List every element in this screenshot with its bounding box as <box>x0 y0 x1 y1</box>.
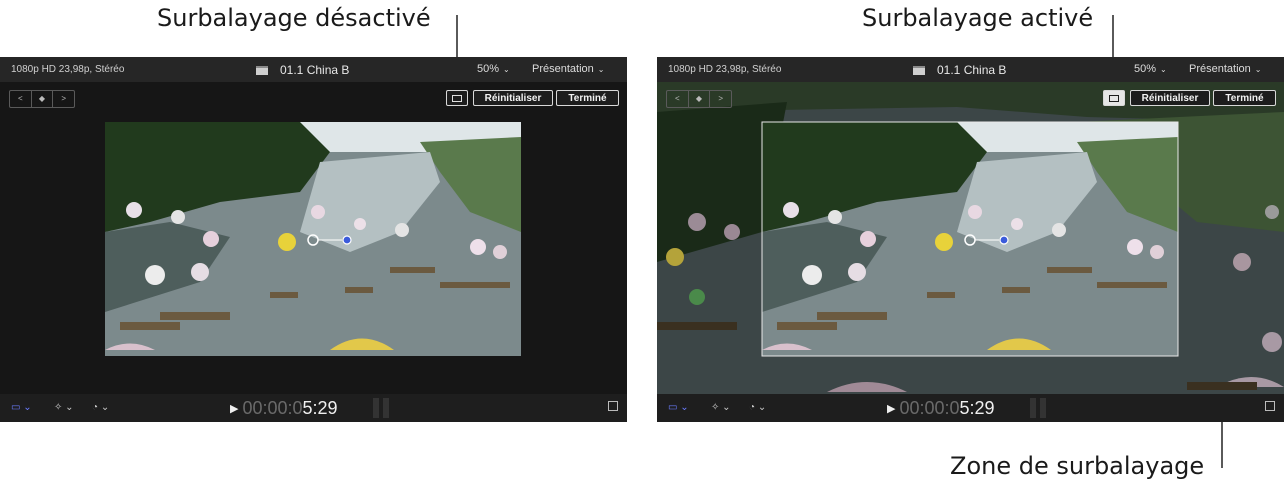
reset-button[interactable]: Réinitialiser <box>473 90 553 106</box>
video-image <box>105 122 521 356</box>
video-frame-svg <box>657 82 1284 394</box>
overscan-toggle-button[interactable] <box>1103 90 1125 106</box>
timecode-dim: 00:00:0 <box>242 398 303 418</box>
viewer-header: 1080p HD 23,98p, Stéréo 01.1 China B 50%… <box>657 57 1284 82</box>
callout-overscan-off: Surbalayage désactivé <box>157 4 431 32</box>
format-label: 1080p HD 23,98p, Stéréo <box>11 64 125 75</box>
clapper-icon <box>256 66 268 75</box>
timecode-dim: 00:00:0 <box>899 398 960 418</box>
expand-icon[interactable] <box>1265 401 1275 411</box>
keyframe-navigation: < ◆ > <box>666 90 732 108</box>
viewer-panel-overscan-on: 1080p HD 23,98p, Stéréo 01.1 China B 50%… <box>657 57 1284 422</box>
viewer-footer: ▭ ⌄ ✧ ⌄ ◔ ⌄ ▶ 00:00:05:29 <box>0 394 627 422</box>
chevron-down-icon: ⌄ <box>597 65 605 74</box>
clip-title: 01.1 China B <box>256 63 349 77</box>
viewer-header: 1080p HD 23,98p, Stéréo 01.1 China B 50%… <box>0 57 627 82</box>
magic-wand-icon[interactable]: ✧ ⌄ <box>711 402 731 413</box>
viewer-panel-overscan-off: 1080p HD 23,98p, Stéréo 01.1 China B 50%… <box>0 57 627 422</box>
presentation-menu[interactable]: Présentation ⌄ <box>532 63 604 75</box>
video-viewer[interactable]: < ◆ > Réinitialiser Terminé <box>0 82 627 394</box>
transform-icon[interactable]: ▭ ⌄ <box>11 402 32 413</box>
done-button[interactable]: Terminé <box>556 90 619 106</box>
video-viewer[interactable]: < ◆ > Réinitialiser Terminé <box>657 82 1284 394</box>
speedometer-icon[interactable]: ◔ ⌄ <box>92 402 109 413</box>
callout-overscan-on: Surbalayage activé <box>862 4 1094 32</box>
zoom-menu[interactable]: 50% ⌄ <box>1134 63 1167 75</box>
add-keyframe-button[interactable]: ◆ <box>32 91 54 107</box>
video-image <box>762 122 1178 356</box>
audio-meters <box>1030 398 1046 418</box>
overscan-icon <box>1109 95 1119 102</box>
previous-keyframe-button[interactable]: < <box>667 91 689 107</box>
previous-keyframe-button[interactable]: < <box>10 91 32 107</box>
clip-name: 01.1 China B <box>937 63 1007 77</box>
format-label: 1080p HD 23,98p, Stéréo <box>668 64 782 75</box>
play-icon[interactable]: ▶ <box>887 403 895 415</box>
callout-overscan-zone: Zone de surbalayage <box>950 452 1205 480</box>
audio-meters <box>373 398 389 418</box>
next-keyframe-button[interactable]: > <box>53 91 74 107</box>
add-keyframe-button[interactable]: ◆ <box>689 91 711 107</box>
viewer-footer: ▭ ⌄ ✧ ⌄ ◔ ⌄ ▶ 00:00:05:29 <box>657 394 1284 422</box>
chevron-down-icon: ⌄ <box>1254 65 1262 74</box>
timecode-value: 5:29 <box>959 398 995 418</box>
transform-icon[interactable]: ▭ ⌄ <box>668 402 689 413</box>
reset-button[interactable]: Réinitialiser <box>1130 90 1210 106</box>
overscan-toggle-button[interactable] <box>446 90 468 106</box>
timecode-display[interactable]: ▶ 00:00:05:29 <box>887 398 995 419</box>
speedometer-icon[interactable]: ◔ ⌄ <box>749 402 766 413</box>
overscan-icon <box>452 95 462 102</box>
play-icon[interactable]: ▶ <box>230 403 238 415</box>
video-frame-svg <box>0 82 627 394</box>
timecode-display[interactable]: ▶ 00:00:05:29 <box>230 398 338 419</box>
clip-name: 01.1 China B <box>280 63 350 77</box>
chevron-down-icon: ⌄ <box>1160 65 1167 74</box>
presentation-menu[interactable]: Présentation ⌄ <box>1189 63 1261 75</box>
done-button[interactable]: Terminé <box>1213 90 1276 106</box>
keyframe-navigation: < ◆ > <box>9 90 75 108</box>
zoom-menu[interactable]: 50% ⌄ <box>477 63 510 75</box>
clip-title: 01.1 China B <box>913 63 1006 77</box>
timecode-value: 5:29 <box>302 398 338 418</box>
expand-icon[interactable] <box>608 401 618 411</box>
clapper-icon <box>913 66 925 75</box>
chevron-down-icon: ⌄ <box>503 65 510 74</box>
magic-wand-icon[interactable]: ✧ ⌄ <box>54 402 74 413</box>
next-keyframe-button[interactable]: > <box>710 91 731 107</box>
